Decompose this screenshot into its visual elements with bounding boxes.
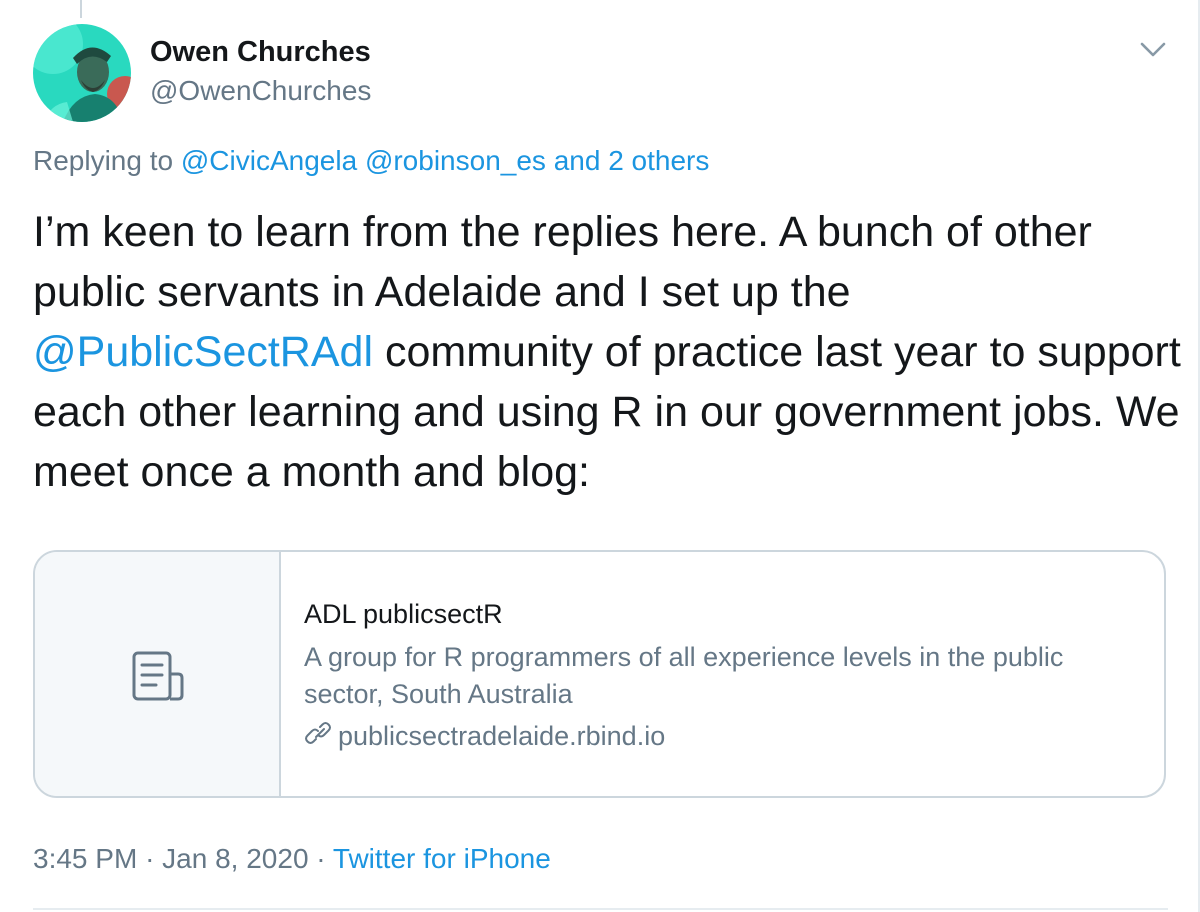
- meta-separator-1: ·: [145, 843, 155, 874]
- meta-separator-2: ·: [316, 843, 326, 874]
- tweet-time[interactable]: 3:45 PM: [33, 843, 137, 874]
- avatar-image: [33, 24, 131, 122]
- more-options-button[interactable]: [1138, 36, 1168, 62]
- mention-civicangela[interactable]: @CivicAngela: [181, 145, 357, 176]
- card-domain: publicsectradelaide.rbind.io: [338, 721, 666, 751]
- card-description: A group for R programmers of all experie…: [304, 642, 1064, 709]
- card-domain-row: publicsectradelaide.rbind.io: [304, 721, 665, 752]
- avatar[interactable]: [33, 24, 131, 122]
- tweet-body: I’m keen to learn from the replies here.…: [33, 202, 1183, 502]
- divider: [33, 908, 1168, 910]
- card-title: ADL publicsectR: [304, 599, 503, 629]
- mention-publicsectradl[interactable]: @PublicSectRAdl: [33, 328, 373, 376]
- document-icon: [132, 651, 184, 701]
- tweet-text-part1: I’m keen to learn from the replies here.…: [33, 208, 1092, 316]
- replying-to-label: Replying to: [33, 145, 174, 176]
- tweet-detail: Owen Churches @OwenChurches Replying to …: [0, 0, 1200, 912]
- card-thumbnail: [35, 552, 281, 796]
- replying-to: Replying to @CivicAngela @robinson_es an…: [33, 145, 709, 177]
- tweet-source[interactable]: Twitter for iPhone: [333, 843, 551, 874]
- link-preview-card[interactable]: ADL publicsectR A group for R programmer…: [33, 550, 1166, 798]
- author-handle[interactable]: @OwenChurches: [150, 75, 371, 107]
- others-link[interactable]: and 2 others: [554, 145, 710, 176]
- tweet-metadata: 3:45 PM · Jan 8, 2020 · Twitter for iPho…: [33, 843, 551, 875]
- mention-robinson-es[interactable]: @robinson_es: [365, 145, 546, 176]
- chevron-down-icon: [1140, 42, 1166, 57]
- link-icon: [305, 722, 331, 744]
- tweet-date[interactable]: Jan 8, 2020: [162, 843, 308, 874]
- thread-connector: [80, 0, 82, 18]
- author-name[interactable]: Owen Churches: [150, 36, 371, 69]
